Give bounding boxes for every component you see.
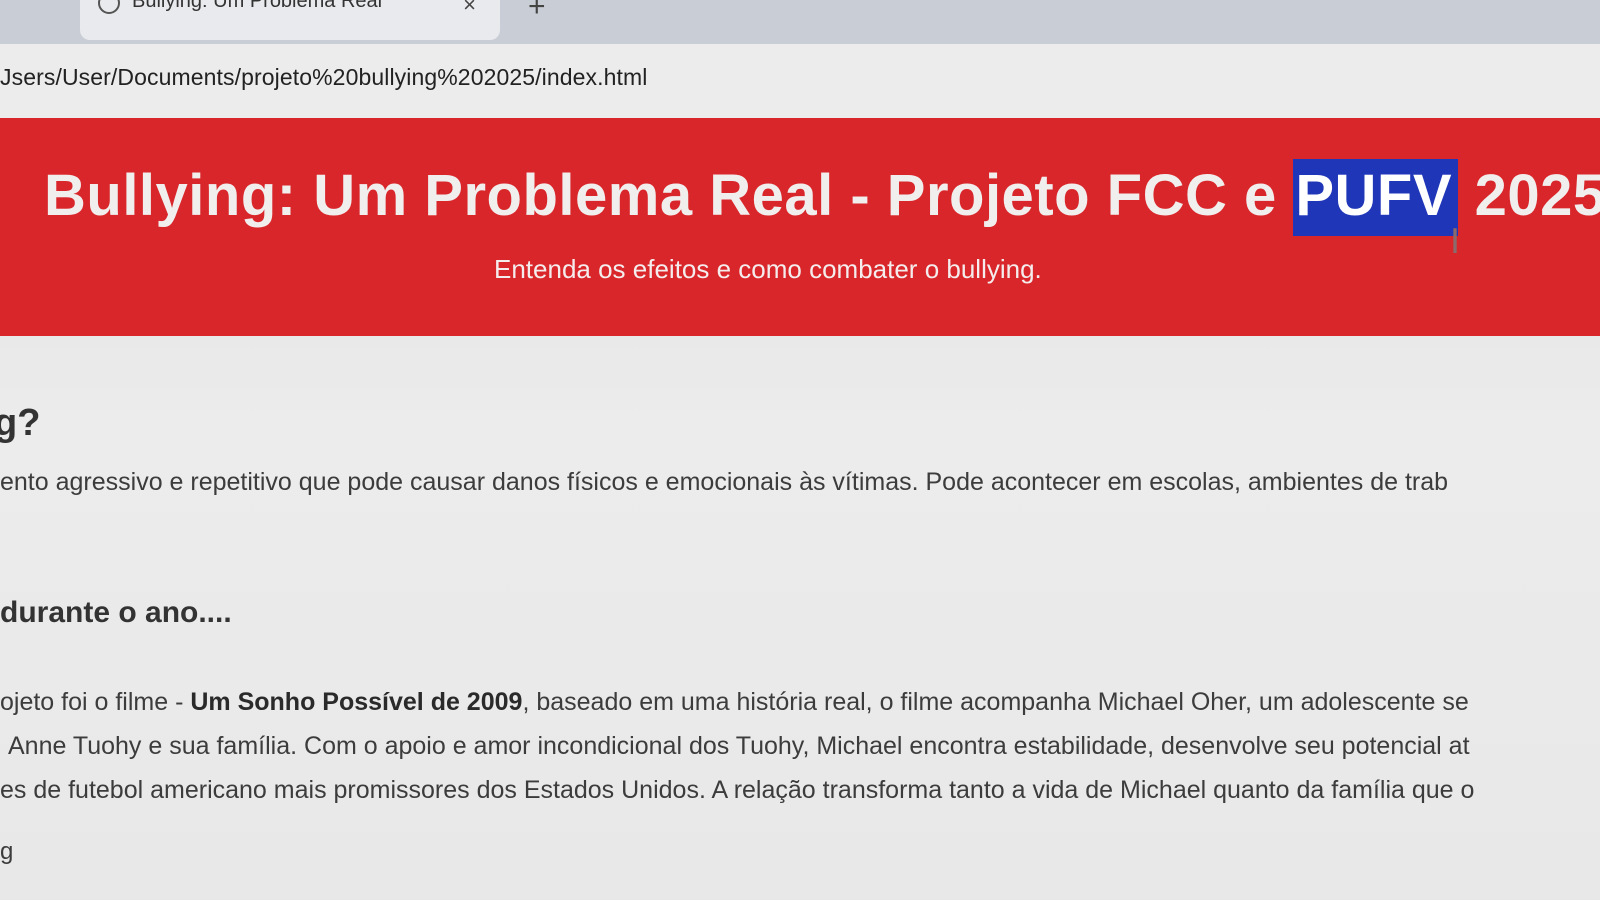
year-line1-start: ojeto foi o filme - (0, 688, 191, 716)
close-tab-icon[interactable]: × (463, 0, 476, 18)
section-text-year-line1: ojeto foi o filme - Um Sonho Possível de… (0, 688, 1469, 717)
section-text-year-line2: Anne Tuohy e sua família. Com o apoio e … (8, 732, 1470, 760)
tab-bar: Bullying: Um Problema Real × + (0, 0, 1600, 44)
year-line1-end: , baseado em uma história real, o filme … (522, 688, 1469, 716)
web-page: Bullying: Um Problema Real - Projeto FCC… (0, 118, 1600, 900)
address-url[interactable]: Jsers/User/Documents/projeto%20bullying%… (0, 64, 647, 91)
title-text-start: Bullying: Um Problema Real - Projeto FCC… (44, 163, 1294, 228)
browser-tab[interactable]: Bullying: Um Problema Real × (80, 0, 500, 40)
section-text-year-line3: es de futebol americano mais promissores… (0, 776, 1475, 804)
next-section-fragment: g (0, 838, 14, 865)
page-subtitle: Entenda os efeitos e como combater o bul… (494, 254, 1042, 284)
section-heading-year: durante o ano.... (0, 596, 232, 629)
section-text-what: ento agressivo e repetitivo que pode cau… (0, 468, 1449, 496)
new-tab-button[interactable]: + (528, 0, 546, 24)
globe-icon (98, 0, 120, 14)
selected-text: PUFV (1293, 159, 1459, 236)
movie-title: Um Sonho Possível de 2009 (190, 688, 523, 716)
section-heading-what: g? (0, 402, 41, 444)
page-header: Bullying: Um Problema Real - Projeto FCC… (0, 118, 1600, 336)
text-cursor-icon: I (1450, 222, 1461, 262)
address-bar[interactable]: Jsers/User/Documents/projeto%20bullying%… (0, 44, 1600, 118)
title-text-end: 2025 (1458, 163, 1600, 228)
tab-title: Bullying: Um Problema Real (132, 0, 383, 12)
page-title: Bullying: Um Problema Real - Projeto FCC… (44, 159, 1600, 236)
